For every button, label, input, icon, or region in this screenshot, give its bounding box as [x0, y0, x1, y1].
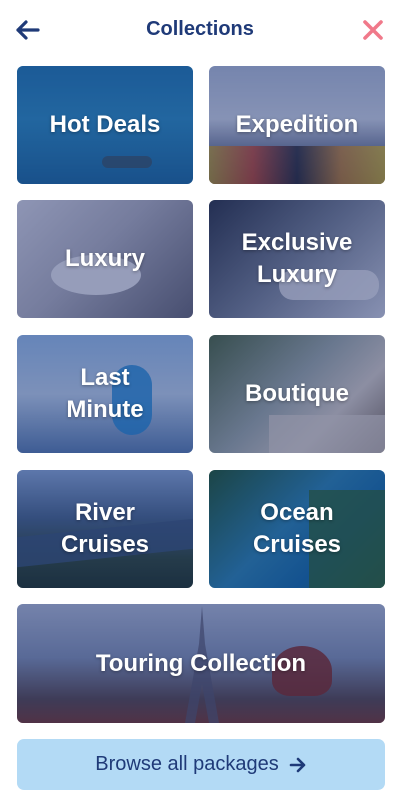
header: Collections: [0, 0, 400, 60]
collection-label: Ocean Cruises: [252, 499, 342, 558]
collection-tile-touring[interactable]: Touring Collection: [17, 604, 385, 723]
browse-all-packages-label: Browse all packages: [95, 753, 279, 775]
close-button[interactable]: [358, 15, 388, 45]
collection-tile-river-cruises[interactable]: River Cruises: [17, 470, 193, 588]
collection-tile-hot-deals[interactable]: Hot Deals: [17, 66, 193, 184]
collection-tile-boutique[interactable]: Boutique: [209, 335, 385, 453]
collection-label: Luxury: [64, 245, 145, 272]
collection-tile-expedition[interactable]: Expedition: [209, 66, 385, 184]
collection-label: Touring Collection: [95, 649, 307, 677]
collection-label: Exclusive Luxury: [241, 229, 353, 288]
arrow-right-icon: [289, 757, 306, 772]
collection-label: Boutique: [245, 380, 349, 407]
close-icon: [363, 20, 383, 40]
collection-label: Hot Deals: [49, 111, 161, 138]
page-title: Collections: [146, 18, 254, 40]
browse-all-packages-button[interactable]: Browse all packages: [17, 739, 385, 790]
collection-label: River Cruises: [60, 499, 150, 558]
collection-tile-last-minute[interactable]: Last Minute: [17, 335, 193, 453]
collection-tile-ocean-cruises[interactable]: Ocean Cruises: [209, 470, 385, 588]
collection-label: Expedition: [235, 111, 359, 138]
collection-tile-luxury[interactable]: Luxury: [17, 200, 193, 318]
collection-label: Last Minute: [66, 364, 144, 423]
collection-tile-exclusive-luxury[interactable]: Exclusive Luxury: [209, 200, 385, 318]
